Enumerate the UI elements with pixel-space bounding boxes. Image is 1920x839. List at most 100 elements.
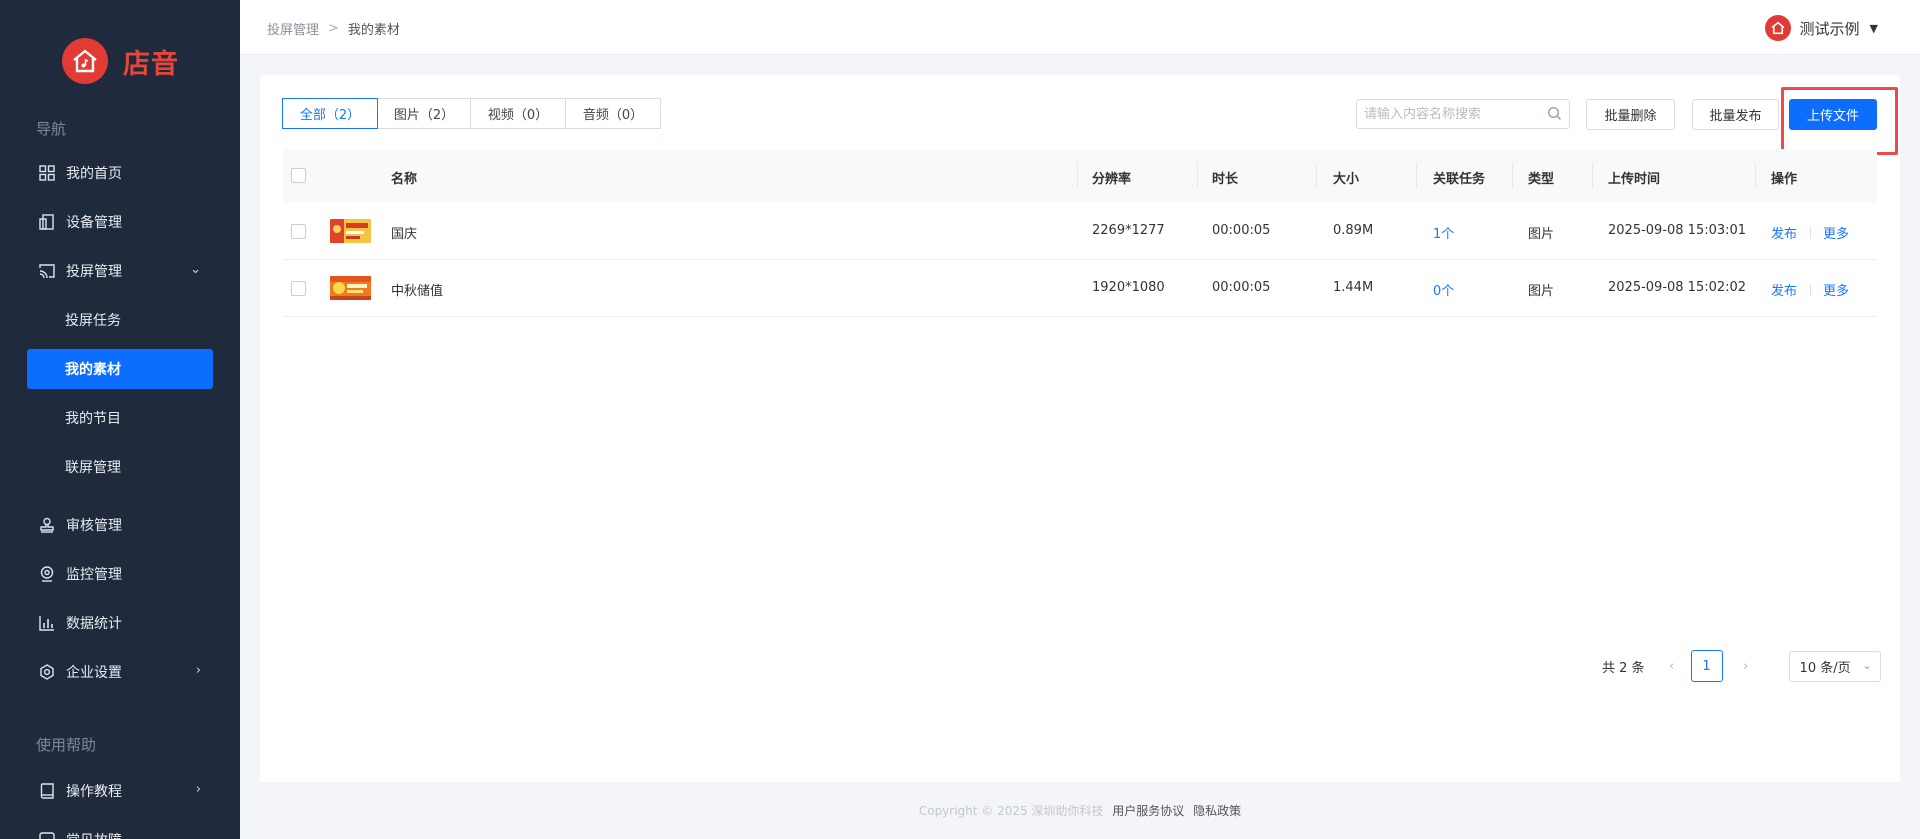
material-type: 图片 xyxy=(1528,284,1555,299)
chevron-right-icon: › xyxy=(195,782,201,797)
search-icon[interactable] xyxy=(1547,106,1562,125)
search-box xyxy=(1356,99,1570,129)
book-icon xyxy=(37,781,57,801)
type-filter-tabs: 全部（2） 图片（2） 视频（0） 音频（0） xyxy=(282,98,661,129)
search-input[interactable] xyxy=(1364,106,1544,122)
material-name: 中秋储值 xyxy=(391,284,444,299)
material-size: 1.44M xyxy=(1333,280,1374,295)
user-menu[interactable]: 测试示例 ▼ xyxy=(1764,15,1878,41)
footer: Copyright © 2025 深圳助你科技 用户服务协议 隐私政策 xyxy=(240,802,1920,819)
page-size-select[interactable]: 10 条/页 ⌄ xyxy=(1788,650,1881,682)
terms-link[interactable]: 用户服务协议 xyxy=(1112,804,1184,818)
sidebar-subitem-my-programs[interactable]: 我的节目 xyxy=(27,398,213,438)
material-upload-time: 2025-09-08 15:03:01 xyxy=(1608,223,1747,238)
breadcrumb: 投屏管理 > 我的素材 xyxy=(267,19,400,38)
prev-page-icon[interactable]: ‹ xyxy=(1657,659,1687,674)
sidebar-item-monitor[interactable]: 监控管理 xyxy=(27,554,213,594)
breadcrumb-separator: > xyxy=(328,21,339,36)
grid-icon xyxy=(37,163,57,183)
tab-audio[interactable]: 音频（0） xyxy=(565,98,661,129)
publish-link[interactable]: 发布 xyxy=(1771,280,1797,299)
logo-house-icon xyxy=(62,38,108,84)
page-number-button[interactable]: 1 xyxy=(1690,650,1723,682)
row-actions: 发布 更多 xyxy=(1771,280,1849,299)
total-count: 共 2 条 xyxy=(1602,660,1645,676)
tab-videos[interactable]: 视频（0） xyxy=(470,98,566,129)
material-thumbnail[interactable] xyxy=(330,276,371,300)
sidebar-item-review[interactable]: 审核管理 xyxy=(27,505,213,545)
privacy-link[interactable]: 隐私政策 xyxy=(1193,804,1241,818)
material-thumbnail[interactable] xyxy=(330,219,371,243)
upload-file-button[interactable]: 上传文件 xyxy=(1789,99,1877,130)
linked-tasks-link[interactable]: 1个 xyxy=(1433,223,1454,242)
batch-delete-button[interactable]: 批量删除 xyxy=(1586,99,1675,130)
breadcrumb-current: 我的素材 xyxy=(347,23,400,38)
caret-down-icon: ▼ xyxy=(1869,21,1878,35)
avatar xyxy=(1764,15,1791,41)
column-divider xyxy=(1316,162,1317,188)
chevron-right-icon: › xyxy=(195,663,201,678)
sidebar-subitem-my-materials[interactable]: 我的素材 xyxy=(27,349,213,389)
sidebar-item-label: 企业设置 xyxy=(66,665,122,681)
column-divider xyxy=(1197,162,1198,188)
sidebar-subitem-linked-screens[interactable]: 联屏管理 xyxy=(27,447,213,487)
sidebar-item-label: 操作教程 xyxy=(66,784,122,800)
column-header-actions: 操作 xyxy=(1771,172,1798,187)
row-checkbox[interactable] xyxy=(291,281,306,296)
linked-tasks-link[interactable]: 0个 xyxy=(1433,280,1454,299)
brand-logo[interactable]: 店音 xyxy=(62,38,179,84)
batch-publish-button[interactable]: 批量发布 xyxy=(1692,99,1779,130)
select-all-checkbox[interactable] xyxy=(291,168,306,183)
bar-chart-icon xyxy=(37,613,57,633)
action-divider xyxy=(1810,283,1812,296)
sidebar-subitem-cast-tasks[interactable]: 投屏任务 xyxy=(27,300,213,340)
table-row: 国庆 2269*1277 00:00:05 0.89M 1个 图片 2025-0… xyxy=(283,203,1877,260)
camera-icon xyxy=(37,564,57,584)
more-link[interactable]: 更多 xyxy=(1823,223,1849,242)
device-icon xyxy=(37,212,57,232)
sidebar-item-devices[interactable]: 设备管理 xyxy=(27,202,213,242)
more-link[interactable]: 更多 xyxy=(1823,280,1849,299)
nav-section-title: 导航 xyxy=(36,120,67,138)
cast-icon xyxy=(37,261,57,281)
breadcrumb-item[interactable]: 投屏管理 xyxy=(267,19,319,38)
column-divider xyxy=(1755,162,1756,188)
row-actions: 发布 更多 xyxy=(1771,223,1849,242)
materials-panel: 全部（2） 图片（2） 视频（0） 音频（0） 批量删除 批量发布 上传文件 名… xyxy=(260,75,1900,782)
publish-link[interactable]: 发布 xyxy=(1771,223,1797,242)
sidebar-item-label: 我的首页 xyxy=(66,166,122,182)
stamp-icon xyxy=(37,515,57,535)
copyright-text: Copyright © 2025 深圳助你科技 xyxy=(918,804,1104,818)
sidebar-item-tutorial[interactable]: 操作教程 › xyxy=(27,771,213,811)
next-page-icon[interactable]: › xyxy=(1731,659,1761,674)
tab-all[interactable]: 全部（2） xyxy=(282,98,378,129)
sidebar-item-settings[interactable]: 企业设置 › xyxy=(27,652,213,692)
column-divider xyxy=(1592,162,1593,188)
help-icon xyxy=(37,830,57,839)
column-header-upload-time: 上传时间 xyxy=(1608,172,1661,187)
gear-icon xyxy=(37,662,57,682)
table-row: 中秋储值 1920*1080 00:00:05 1.44M 0个 图片 2025… xyxy=(283,260,1877,317)
chevron-down-icon: ⌄ xyxy=(1862,658,1872,672)
column-header-duration: 时长 xyxy=(1212,172,1239,187)
sidebar-item-label: 投屏管理 xyxy=(66,264,122,280)
sidebar-item-faults[interactable]: 常见故障 xyxy=(27,820,213,839)
user-name: 测试示例 xyxy=(1799,19,1860,38)
sidebar-item-label: 数据统计 xyxy=(66,616,122,632)
row-checkbox[interactable] xyxy=(291,224,306,239)
sidebar-item-label: 审核管理 xyxy=(66,518,122,534)
sidebar-item-stats[interactable]: 数据统计 xyxy=(27,603,213,643)
pagination: 共 2 条 ‹ 1 › 10 条/页 ⌄ xyxy=(1602,650,1881,682)
top-bar: 投屏管理 > 我的素材 测试示例 ▼ xyxy=(240,0,1920,55)
column-divider xyxy=(1512,162,1513,188)
column-header-size: 大小 xyxy=(1333,172,1360,187)
brand-name: 店音 xyxy=(123,48,179,80)
table-header: 名称 分辨率 时长 大小 关联任务 类型 上传时间 操作 xyxy=(283,149,1877,203)
material-duration: 00:00:05 xyxy=(1212,280,1271,295)
sidebar-item-label: 常见故障 xyxy=(66,830,122,839)
material-type: 图片 xyxy=(1528,227,1555,242)
sidebar-item-cast[interactable]: 投屏管理 ⌄ xyxy=(27,251,213,291)
tab-images[interactable]: 图片（2） xyxy=(377,98,471,129)
sidebar-item-home[interactable]: 我的首页 xyxy=(27,153,213,193)
column-header-resolution: 分辨率 xyxy=(1092,172,1132,187)
